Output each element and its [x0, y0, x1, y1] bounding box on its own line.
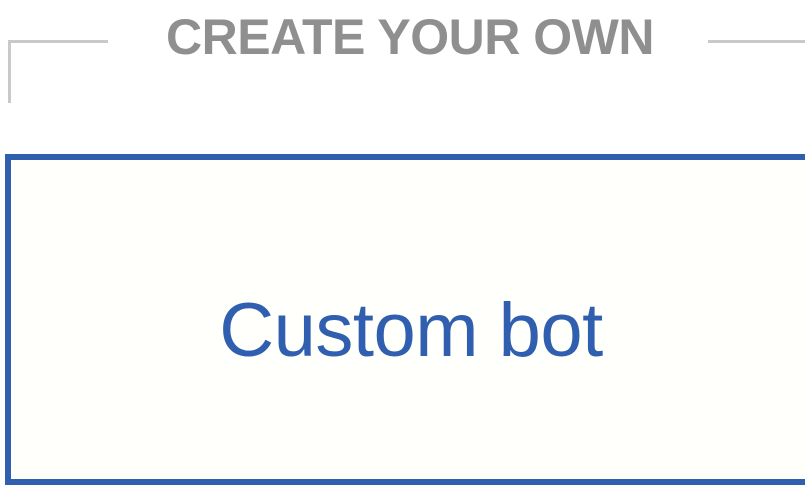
- header-bracket-left: [8, 40, 11, 103]
- custom-bot-button[interactable]: Custom bot: [5, 154, 805, 485]
- custom-bot-label: Custom bot: [219, 288, 603, 373]
- header-divider-right: [708, 40, 805, 43]
- section-title: CREATE YOUR OWN: [166, 9, 654, 65]
- header-divider-left: [8, 40, 108, 43]
- section-header: CREATE YOUR OWN: [0, 0, 805, 110]
